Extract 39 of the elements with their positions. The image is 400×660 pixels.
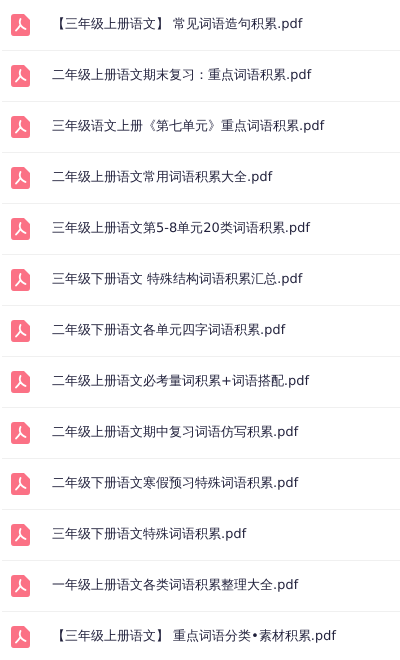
pdf-file-icon <box>11 320 30 342</box>
file-name: 二年级下册语文寒假预习特殊词语积累.pdf <box>52 475 298 494</box>
file-name: 二年级上册语文必考量词积累+词语搭配.pdf <box>52 373 310 392</box>
pdf-file-icon <box>11 473 30 495</box>
file-list-item[interactable]: 二年级下册语文各单元四字词语积累.pdf <box>2 306 400 357</box>
pdf-file-icon <box>11 14 30 36</box>
file-list-item[interactable]: 二年级上册语文期末复习：重点词语积累.pdf <box>2 51 400 102</box>
pdf-file-icon <box>11 167 30 189</box>
file-list-item[interactable]: 【三年级上册语文】 常见词语造句积累.pdf <box>2 0 400 51</box>
file-name: 三年级语文上册《第七单元》重点词语积累.pdf <box>52 118 324 136</box>
pdf-file-icon <box>11 218 30 240</box>
file-name: 二年级上册语文期末复习：重点词语积累.pdf <box>52 67 312 86</box>
pdf-file-icon <box>11 524 30 546</box>
file-name: 【三年级上册语文】 重点词语分类•素材积累.pdf <box>52 628 336 646</box>
file-name: 二年级上册语文期中复习词语仿写积累.pdf <box>52 424 298 442</box>
file-list-item[interactable]: 三年级语文上册《第七单元》重点词语积累.pdf <box>2 102 400 153</box>
file-list-item[interactable]: 三年级下册语文 特殊结构词语积累汇总.pdf <box>2 255 400 306</box>
file-list-item[interactable]: 三年级上册语文第5-8单元20类词语积累.pdf <box>2 204 400 255</box>
file-name: 三年级下册语文 特殊结构词语积累汇总.pdf <box>52 271 302 290</box>
pdf-file-icon <box>11 65 30 87</box>
pdf-file-icon <box>11 116 30 138</box>
file-name: 一年级上册语文各类词语积累整理大全.pdf <box>52 577 298 596</box>
file-name: 三年级下册语文特殊词语积累.pdf <box>52 526 246 544</box>
pdf-file-icon <box>11 575 30 597</box>
file-list-item[interactable]: 【三年级上册语文】 重点词语分类•素材积累.pdf <box>2 612 400 660</box>
file-list-item[interactable]: 三年级下册语文特殊词语积累.pdf <box>2 510 400 561</box>
file-list-item[interactable]: 一年级上册语文各类词语积累整理大全.pdf <box>2 561 400 612</box>
pdf-file-icon <box>11 626 30 648</box>
pdf-file-icon <box>11 422 30 444</box>
file-name: 【三年级上册语文】 常见词语造句积累.pdf <box>52 16 302 34</box>
pdf-file-icon <box>11 269 30 291</box>
pdf-file-icon <box>11 371 30 393</box>
file-name: 三年级上册语文第5-8单元20类词语积累.pdf <box>52 220 310 238</box>
file-list-item[interactable]: 二年级上册语文常用词语积累大全.pdf <box>2 153 400 204</box>
file-name: 二年级下册语文各单元四字词语积累.pdf <box>52 322 286 340</box>
file-list-item[interactable]: 二年级上册语文必考量词积累+词语搭配.pdf <box>2 357 400 408</box>
file-list-item[interactable]: 二年级上册语文期中复习词语仿写积累.pdf <box>2 408 400 459</box>
file-list-item[interactable]: 二年级下册语文寒假预习特殊词语积累.pdf <box>2 459 400 510</box>
file-name: 二年级上册语文常用词语积累大全.pdf <box>52 169 272 188</box>
